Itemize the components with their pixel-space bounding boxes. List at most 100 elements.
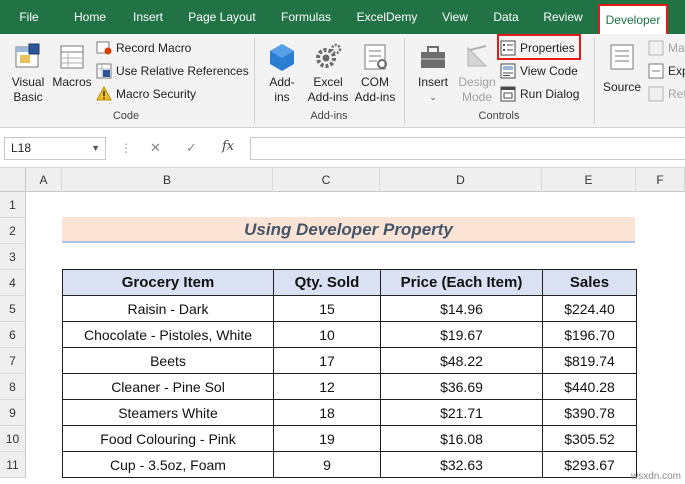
column-header-b[interactable]: B [62, 168, 273, 192]
cell-item[interactable]: Cleaner - Pine Sol [62, 373, 274, 400]
view-code-icon [500, 63, 516, 79]
add-ins-button[interactable]: Add- ins [262, 42, 302, 105]
tab-file[interactable]: File [6, 0, 52, 34]
cell-sales[interactable]: $819.74 [542, 347, 637, 374]
tab-page-layout[interactable]: Page Layout [180, 0, 264, 34]
cell-item[interactable]: Food Colouring - Pink [62, 425, 274, 452]
tab-home[interactable]: Home [64, 0, 116, 34]
macros-button[interactable]: Macros [50, 42, 94, 90]
row-header-3[interactable]: 3 [0, 244, 26, 270]
cell-price[interactable]: $14.96 [380, 295, 543, 322]
separator [594, 38, 595, 124]
formula-input[interactable] [250, 137, 685, 160]
column-header-d[interactable]: D [380, 168, 542, 192]
refresh-label: Refr [668, 87, 685, 101]
excel-add-ins-button[interactable]: Excel Add-ins [304, 42, 352, 105]
insert-control-button[interactable]: Insert ⌄ [412, 42, 454, 105]
cell-qty[interactable]: 19 [273, 425, 381, 452]
row-header-10[interactable]: 10 [0, 426, 26, 452]
tab-developer[interactable]: Developer [598, 4, 668, 34]
cell-price[interactable]: $16.08 [380, 425, 543, 452]
add-ins-group-label: Add-ins [310, 110, 348, 122]
enter-icon[interactable]: ✓ [186, 140, 197, 156]
insert-function-icon[interactable]: fx [222, 139, 234, 154]
column-header-e[interactable]: E [542, 168, 636, 192]
sheet-title[interactable]: Using Developer Property [62, 217, 635, 243]
visual-basic-button[interactable]: Visual Basic [6, 42, 50, 105]
cell-price[interactable]: $32.63 [380, 451, 543, 478]
cell-sales[interactable]: $390.78 [542, 399, 637, 426]
header-qty-sold[interactable]: Qty. Sold [273, 269, 381, 296]
row-header-9[interactable]: 9 [0, 400, 26, 426]
chevron-down-icon: ⌄ [429, 92, 437, 102]
row-header-7[interactable]: 7 [0, 348, 26, 374]
expansion-packs-button[interactable]: Exp [648, 61, 685, 81]
cell-qty[interactable]: 9 [273, 451, 381, 478]
cell-sales[interactable]: $224.40 [542, 295, 637, 322]
cell-item[interactable]: Beets [62, 347, 274, 374]
tab-insert[interactable]: Insert [124, 0, 172, 34]
chevron-down-icon[interactable]: ▼ [91, 138, 100, 159]
column-header-f[interactable]: F [636, 168, 685, 192]
cell-price[interactable]: $48.22 [380, 347, 543, 374]
design-mode-label-2: Mode [461, 90, 493, 104]
cancel-icon[interactable]: ✕ [150, 140, 161, 156]
refresh-data-button[interactable]: Refr [648, 84, 685, 104]
com-add-ins-icon [364, 44, 387, 70]
cell-item[interactable]: Cup - 3.5oz, Foam [62, 451, 274, 478]
tab-view[interactable]: View [434, 0, 476, 34]
name-box[interactable]: L18 ▼ [4, 137, 106, 160]
row-header-5[interactable]: 5 [0, 296, 26, 322]
cell-qty[interactable]: 17 [273, 347, 381, 374]
row-header-6[interactable]: 6 [0, 322, 26, 348]
use-relative-references-button[interactable]: Use Relative References [96, 61, 249, 81]
view-code-button[interactable]: View Code [500, 61, 578, 81]
header-sales[interactable]: Sales [542, 269, 637, 296]
record-macro-button[interactable]: Record Macro [96, 38, 191, 58]
row-header-11[interactable]: 11 [0, 452, 26, 478]
macros-label: Macros [52, 75, 92, 89]
cell-qty[interactable]: 18 [273, 399, 381, 426]
com-add-ins-label-2: Add-ins [354, 90, 396, 104]
com-add-ins-button[interactable]: COM Add-ins [352, 42, 398, 105]
cell-price[interactable]: $36.69 [380, 373, 543, 400]
select-all-corner[interactable] [0, 168, 26, 192]
cell-sales[interactable]: $293.67 [542, 451, 637, 478]
cell-price[interactable]: $19.67 [380, 321, 543, 348]
cell-price[interactable]: $21.71 [380, 399, 543, 426]
cell-sales[interactable]: $440.28 [542, 373, 637, 400]
row-header-2[interactable]: 2 [0, 218, 26, 244]
header-grocery-item[interactable]: Grocery Item [62, 269, 274, 296]
header-price[interactable]: Price (Each Item) [380, 269, 543, 296]
cell-item[interactable]: Steamers White [62, 399, 274, 426]
visual-basic-icon [15, 43, 40, 68]
cell-qty[interactable]: 10 [273, 321, 381, 348]
row-header-1[interactable]: 1 [0, 192, 26, 218]
relative-references-label: Use Relative References [116, 64, 249, 78]
run-dialog-button[interactable]: Run Dialog [500, 84, 579, 104]
source-button[interactable]: Source [600, 42, 644, 95]
cell-qty[interactable]: 12 [273, 373, 381, 400]
map-properties-button[interactable]: Map [648, 38, 685, 58]
cell-sales[interactable]: $196.70 [542, 321, 637, 348]
design-mode-label-1: Design [458, 75, 496, 89]
gear-icon [316, 43, 342, 68]
run-dialog-label: Run Dialog [520, 87, 580, 101]
table-row: Beets 17 $48.22 $819.74 [62, 347, 637, 374]
row-header-4[interactable]: 4 [0, 270, 26, 296]
column-header-c[interactable]: C [273, 168, 380, 192]
design-mode-button[interactable]: Design Mode [456, 42, 498, 105]
code-group-label: Code [112, 110, 140, 122]
insert-control-label: Insert [417, 75, 448, 89]
row-header-8[interactable]: 8 [0, 374, 26, 400]
tab-review[interactable]: Review [536, 0, 590, 34]
cell-qty[interactable]: 15 [273, 295, 381, 322]
macro-security-button[interactable]: Macro Security [96, 84, 196, 104]
column-header-a[interactable]: A [26, 168, 62, 192]
cell-item[interactable]: Chocolate - Pistoles, White [62, 321, 274, 348]
tab-exceldemy[interactable]: ExcelDemy [348, 0, 426, 34]
tab-data[interactable]: Data [484, 0, 528, 34]
cell-sales[interactable]: $305.52 [542, 425, 637, 452]
cell-item[interactable]: Raisin - Dark [62, 295, 274, 322]
tab-formulas[interactable]: Formulas [272, 0, 340, 34]
